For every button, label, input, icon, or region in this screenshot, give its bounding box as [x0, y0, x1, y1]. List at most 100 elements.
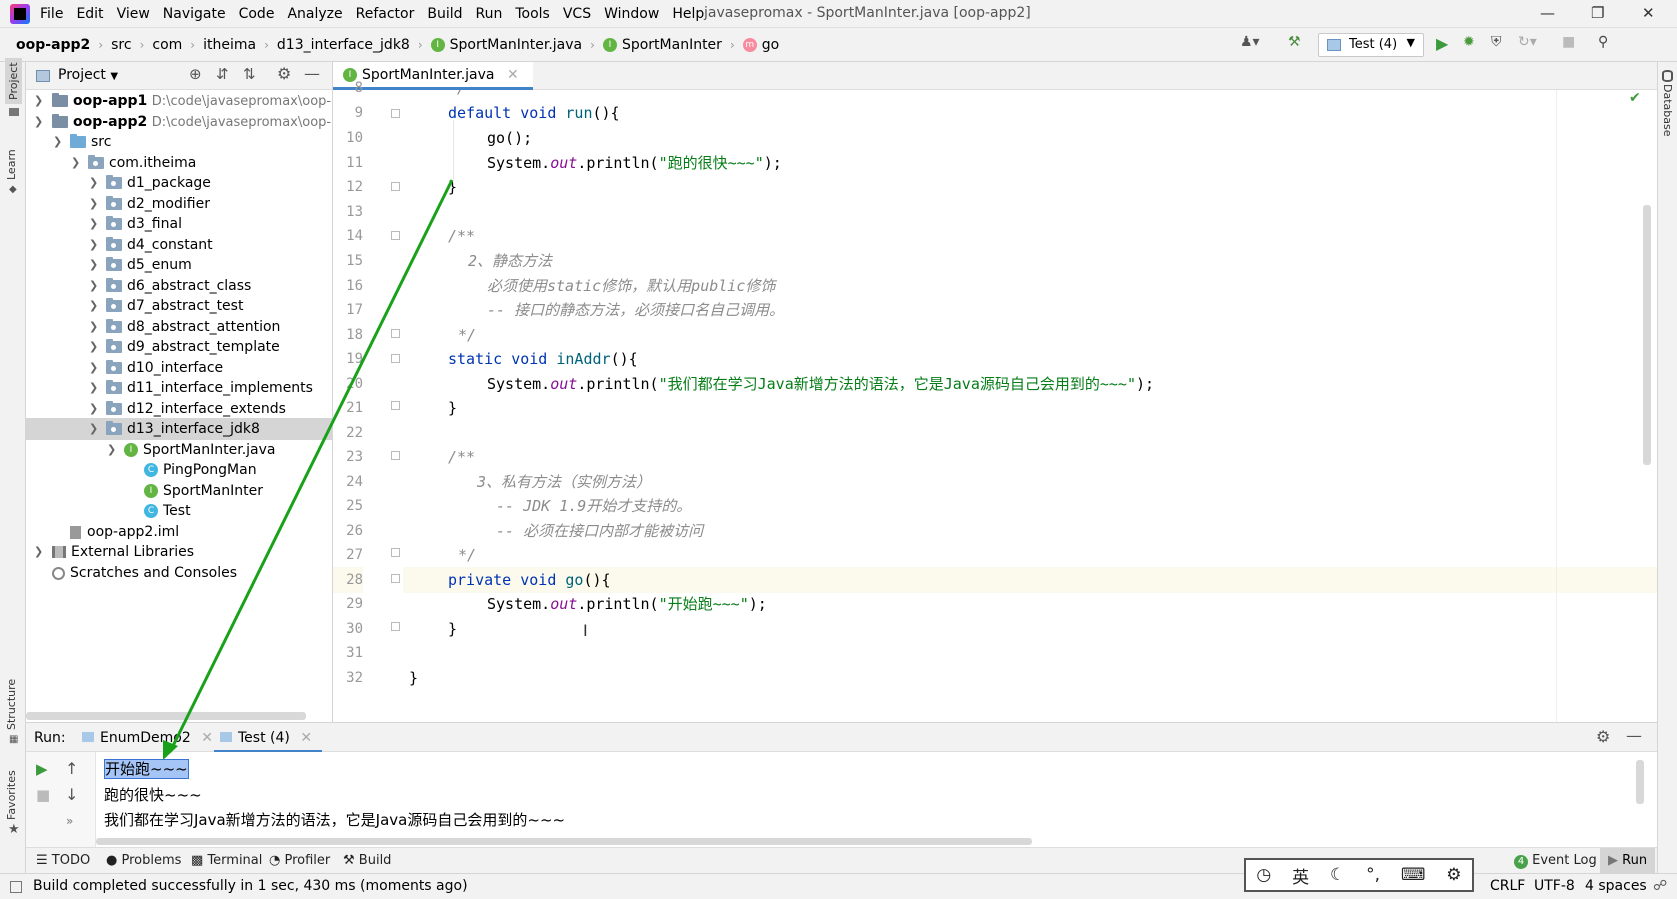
project-view-select[interactable]: Project ▼ [58, 67, 118, 83]
tree-row-src[interactable]: ❯ src [26, 131, 332, 153]
menu-help[interactable]: Help [672, 6, 704, 22]
build-tool-tab[interactable]: ⚒ Build [343, 853, 391, 868]
punctuation-icon[interactable]: °, [1366, 865, 1380, 885]
fold-marker-icon[interactable] [391, 182, 400, 191]
tree-row-package[interactable]: ❯ d11_interface_implements [26, 377, 332, 399]
run-config-select[interactable]: Test (4) ▼ [1318, 33, 1424, 57]
menu-edit[interactable]: Edit [76, 6, 103, 22]
keyboard-icon[interactable]: ⌨ [1401, 865, 1426, 885]
tree-row-package[interactable]: ❯ d6_abstract_class [26, 275, 332, 297]
ime-language-toggle[interactable]: 英 [1292, 863, 1309, 888]
learn-tool-tab[interactable]: Learn [5, 149, 18, 180]
fold-marker-icon[interactable] [391, 329, 400, 338]
arrow-down-icon[interactable]: ↓ [65, 785, 78, 804]
menu-file[interactable]: File [40, 6, 63, 22]
code-editor[interactable]: */ default void run(){ go(); System.out.… [403, 90, 1657, 722]
close-icon[interactable]: ✕ [1642, 4, 1655, 22]
arrow-up-icon[interactable]: ↑ [65, 759, 78, 778]
fold-marker-icon[interactable] [391, 231, 400, 240]
project-scrollbar[interactable] [26, 712, 306, 720]
moon-icon[interactable]: ☾ [1330, 865, 1345, 885]
debug-icon[interactable]: ✹ [1463, 34, 1475, 56]
tree-row-package[interactable]: ❯ d8_abstract_attention [26, 316, 332, 338]
profiler-tool-tab[interactable]: ◔ Profiler [269, 853, 330, 868]
tree-row-package[interactable]: ❯ d10_interface [26, 357, 332, 379]
tree-row-oop-app2[interactable]: ❯ oop-app2 D:\code\javasepromax\oop-a [26, 111, 332, 133]
fold-marker-icon[interactable] [391, 548, 400, 557]
console-vscrollbar[interactable] [1636, 760, 1644, 804]
tree-row-package[interactable]: ❯ d9_abstract_template [26, 336, 332, 358]
gear-icon[interactable]: ⚙ [1446, 865, 1461, 885]
menu-navigate[interactable]: Navigate [163, 6, 226, 22]
menu-analyze[interactable]: Analyze [287, 6, 342, 22]
event-log-tool-tab[interactable]: 4 Event Log [1514, 853, 1597, 869]
tree-row-package[interactable]: ❯ d2_modifier [26, 193, 332, 215]
tree-row-class[interactable]: C Test [26, 500, 332, 522]
menu-view[interactable]: View [117, 6, 150, 22]
hide-panel-icon[interactable]: — [1626, 726, 1642, 745]
breadcrumb-file[interactable]: I SportManInter.java [430, 37, 582, 53]
tree-row-package[interactable]: ❯ d5_enum [26, 254, 332, 276]
tab-test-4[interactable]: Test (4) ✕ [214, 723, 323, 753]
breadcrumb-method[interactable]: m go [742, 37, 779, 53]
close-tab-icon[interactable]: ✕ [507, 67, 519, 83]
tree-row-package[interactable]: ❯ d7_abstract_test [26, 295, 332, 317]
more-icon[interactable]: » [66, 814, 73, 828]
file-encoding[interactable]: UTF-8 [1534, 878, 1575, 894]
close-tab-icon[interactable]: ✕ [201, 730, 213, 746]
tree-row-package[interactable]: ❯ d4_constant [26, 234, 332, 256]
search-icon[interactable]: ⚲ [1598, 34, 1608, 56]
hide-panel-icon[interactable]: — [304, 64, 320, 83]
expand-all-icon[interactable]: ⇵ [216, 65, 229, 83]
console-hscrollbar[interactable] [96, 838, 1032, 845]
breadcrumb-com[interactable]: com [152, 37, 182, 53]
restore-icon[interactable]: ❐ [1591, 4, 1604, 22]
menu-refactor[interactable]: Refactor [356, 6, 415, 22]
gear-icon[interactable]: ⚙ [1596, 727, 1610, 746]
status-message[interactable]: Build completed successfully in 1 sec, 4… [33, 878, 468, 894]
build-hammer-icon[interactable]: ⚒ [1288, 34, 1301, 56]
menu-run[interactable]: Run [476, 6, 503, 22]
line-separator[interactable]: CRLF [1490, 878, 1525, 894]
tree-row-package[interactable]: ❯ d12_interface_extends [26, 398, 332, 420]
tree-row-scratches[interactable]: Scratches and Consoles [26, 562, 332, 584]
menu-build[interactable]: Build [427, 6, 462, 22]
fold-marker-icon[interactable] [391, 622, 400, 631]
fold-marker-icon[interactable] [391, 401, 400, 410]
locate-icon[interactable]: ⊕ [189, 65, 202, 83]
stop-icon[interactable]: ■ [1562, 34, 1575, 56]
collapse-all-icon[interactable]: ⇅ [243, 65, 256, 83]
stop-icon[interactable]: ■ [36, 786, 50, 804]
database-tool-tab[interactable]: Database [1661, 84, 1674, 137]
tree-row-file[interactable]: ❯ I SportManInter.java [26, 439, 332, 461]
structure-tool-tab[interactable]: Structure [5, 679, 18, 730]
todo-tool-tab[interactable]: ☰ TODO [36, 853, 90, 868]
terminal-tool-tab[interactable]: ▩ Terminal [191, 853, 262, 868]
run-icon[interactable]: ▶ [1436, 34, 1448, 56]
tree-row-com-itheima[interactable]: ❯ com.itheima [26, 152, 332, 174]
rerun-icon[interactable]: ▶ [36, 760, 48, 778]
fold-marker-icon[interactable] [391, 574, 400, 583]
menu-window[interactable]: Window [604, 6, 659, 22]
console-output[interactable]: 开始跑~~~ 跑的很快~~~ 我们都在学习Java新增方法的语法，它是Java源… [96, 752, 1657, 847]
tree-row-interface[interactable]: I SportManInter [26, 480, 332, 502]
menu-vcs[interactable]: VCS [563, 6, 591, 22]
fold-marker-icon[interactable] [391, 109, 400, 118]
tree-row-oop-app1[interactable]: ❯ oop-app1 D:\code\javasepromax\oop-a [26, 90, 332, 112]
user-icon[interactable]: ♟▾ [1240, 34, 1260, 56]
tab-enumdemo2[interactable]: EnumDemo2 ✕ [82, 723, 213, 753]
lock-icon[interactable]: ☍ [1653, 878, 1667, 894]
editor-scrollbar[interactable] [1643, 205, 1651, 465]
tree-row-external-libraries[interactable]: ❯ External Libraries [26, 541, 332, 563]
tree-row-package[interactable]: ❯ d1_package [26, 172, 332, 194]
breadcrumb-src[interactable]: src [111, 37, 131, 53]
tree-row-package[interactable]: ❯ d3_final [26, 213, 332, 235]
coverage-icon[interactable]: ⛨ [1491, 34, 1502, 56]
gear-icon[interactable]: ⚙ [277, 64, 291, 83]
run-tool-tab[interactable]: ▶ Run [1600, 848, 1656, 874]
tree-row-class[interactable]: C PingPongMan [26, 459, 332, 481]
profile-icon[interactable]: ↻▾ [1518, 34, 1537, 56]
menu-tools[interactable]: Tools [515, 6, 550, 22]
favorites-tool-tab[interactable]: Favorites [5, 770, 18, 820]
tree-row-package-selected[interactable]: ❯ d13_interface_jdk8 [26, 418, 332, 440]
